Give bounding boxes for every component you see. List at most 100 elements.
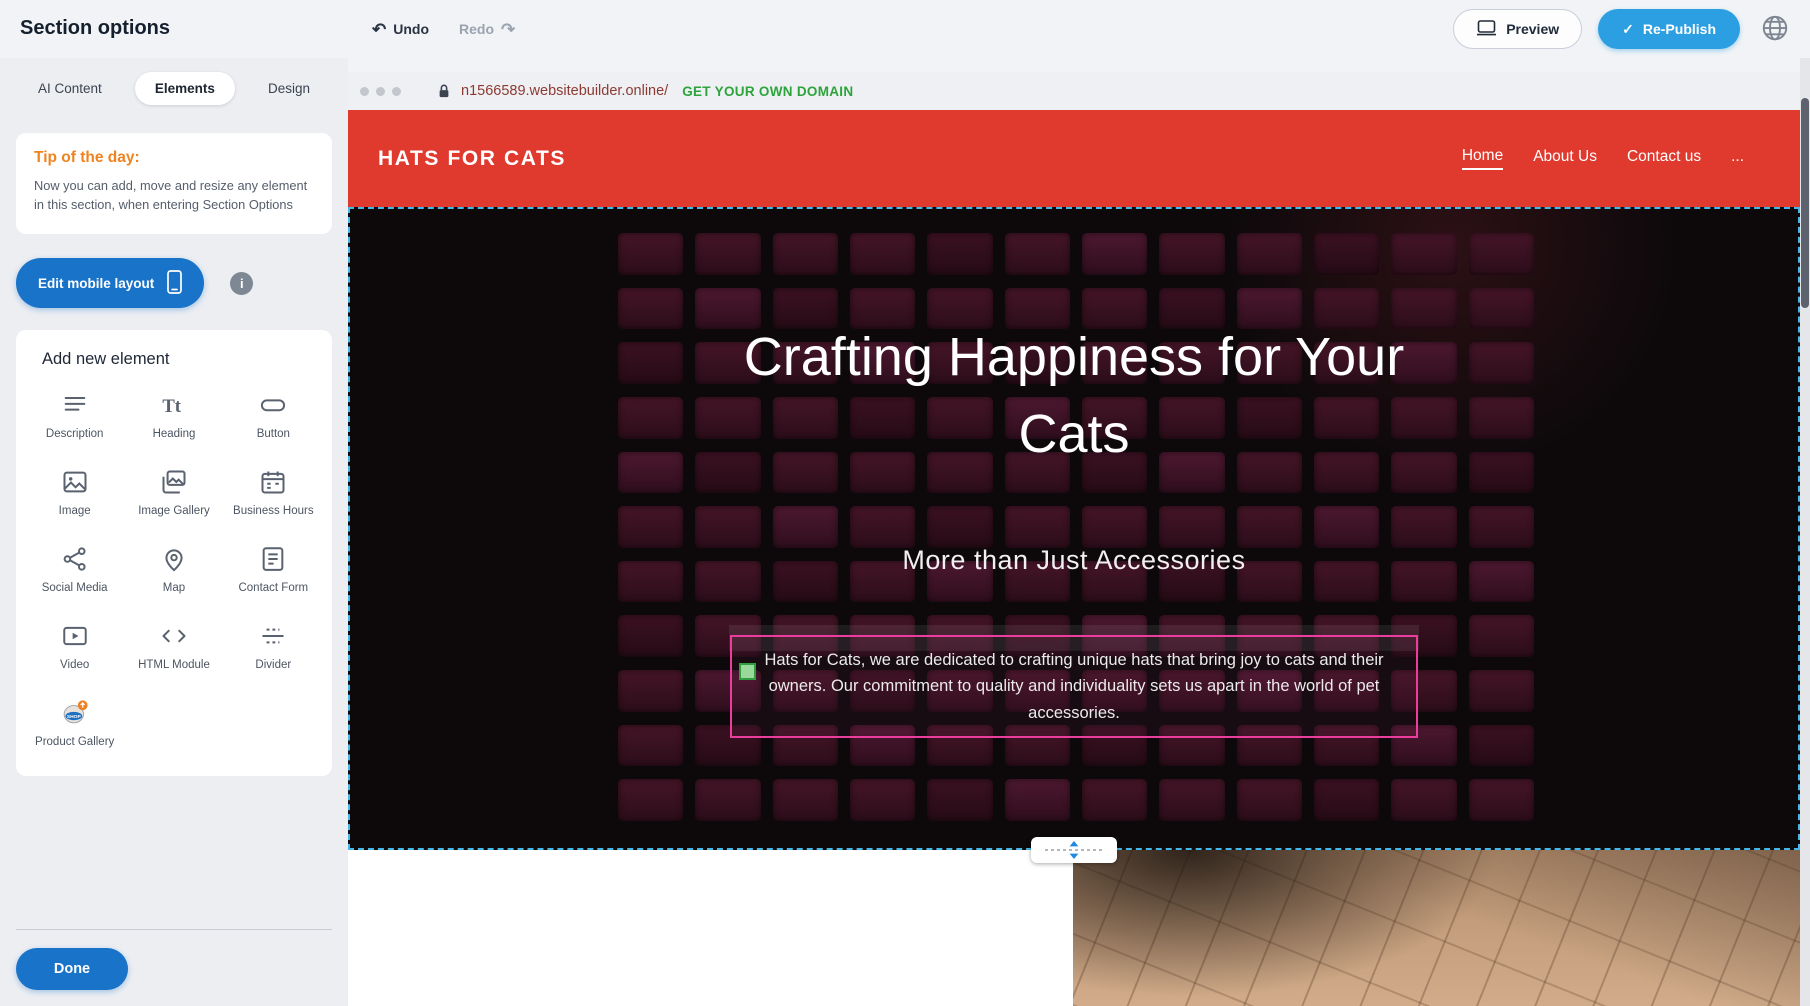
site-nav: Home About Us Contact us...	[1462, 147, 1770, 170]
window-dots	[360, 87, 401, 96]
info-icon[interactable]: i	[230, 272, 253, 295]
add-element-description[interactable]: Description	[28, 391, 121, 442]
add-element-video[interactable]: Video	[28, 622, 121, 673]
element-label: Button	[257, 427, 290, 442]
element-label: Product Gallery	[35, 735, 114, 750]
element-label: Description	[46, 427, 104, 442]
add-element-map[interactable]: Map	[127, 545, 220, 596]
element-label: Image	[59, 504, 91, 519]
hero-tile	[1469, 725, 1534, 767]
tip-body: Now you can add, move and resize any ele…	[34, 177, 314, 214]
hero-tile	[850, 233, 915, 275]
done-button[interactable]: Done	[16, 948, 128, 990]
site-url[interactable]: n1566589.websitebuilder.online/	[461, 83, 668, 99]
add-element-social-media[interactable]: Social Media	[28, 545, 121, 596]
nav-item-about-us[interactable]: About Us	[1533, 148, 1597, 169]
hero-tile	[1005, 233, 1070, 275]
redo-button[interactable]: Redo ↷	[459, 21, 515, 38]
hero-tile	[1469, 342, 1534, 384]
window-dot	[360, 87, 369, 96]
element-grid: Description Heading Button Image Image Galle…	[28, 391, 320, 750]
monitor-icon	[1476, 20, 1497, 39]
hero-tile	[1082, 779, 1147, 821]
element-label: Business Hours	[233, 504, 314, 519]
hero-tile	[1237, 233, 1302, 275]
hero-subheadline[interactable]: More than Just Accessories	[348, 545, 1800, 576]
window-dot	[376, 87, 385, 96]
hero-tile	[1469, 779, 1534, 821]
add-element-heading[interactable]: Heading	[127, 391, 220, 442]
hero-tile	[618, 506, 683, 548]
lock-icon	[437, 83, 451, 99]
element-label: HTML Module	[138, 658, 210, 673]
tab-ai-content[interactable]: AI Content	[18, 72, 122, 105]
section-resize-handle[interactable]	[1031, 837, 1117, 863]
hero-tile	[1005, 779, 1070, 821]
hero-tile	[773, 233, 838, 275]
hero-tile	[1469, 233, 1534, 275]
mobile-layout-row: Edit mobile layout i	[16, 258, 332, 308]
tab-design[interactable]: Design	[248, 72, 330, 105]
redo-icon: ↷	[501, 21, 515, 38]
hero-tile	[618, 233, 683, 275]
add-element-product-gallery[interactable]: Product Gallery	[28, 699, 121, 750]
republish-button[interactable]: ✓ Re-Publish	[1598, 9, 1740, 49]
contact-form-icon	[259, 545, 287, 573]
site-photo[interactable]	[1073, 850, 1800, 1006]
add-new-element-title: Add new element	[42, 350, 320, 369]
hero-tile	[1237, 779, 1302, 821]
hero-tile	[618, 288, 683, 330]
canvas-scrollbar	[1800, 58, 1810, 1006]
nav-item-contact-us[interactable]: Contact us	[1627, 148, 1701, 169]
add-element-business-hours[interactable]: Business Hours	[227, 468, 320, 519]
image-gallery-icon	[160, 468, 188, 496]
hero-tile	[1391, 233, 1456, 275]
topbar: Section options ↶ Undo Redo ↷ Preview ✓ …	[0, 0, 1810, 58]
undo-button[interactable]: ↶ Undo	[372, 21, 429, 38]
hero-tile	[1469, 615, 1534, 657]
hero-tile	[1314, 233, 1379, 275]
scrollbar-thumb[interactable]	[1801, 98, 1809, 308]
page-title: Section options	[20, 17, 170, 40]
nav-item-more[interactable]: ...	[1731, 148, 1744, 169]
hero-tile	[1469, 452, 1534, 494]
html-module-icon	[160, 622, 188, 650]
element-label: Heading	[153, 427, 196, 442]
window-dot	[392, 87, 401, 96]
hero-tile	[1159, 233, 1224, 275]
heading-icon	[160, 391, 188, 419]
add-element-html-module[interactable]: HTML Module	[127, 622, 220, 673]
preview-button[interactable]: Preview	[1453, 9, 1582, 49]
add-element-button[interactable]: Button	[227, 391, 320, 442]
site-logo[interactable]: HATS FOR CATS	[378, 147, 566, 171]
element-drag-handle[interactable]	[739, 663, 756, 680]
add-element-divider[interactable]: Divider	[227, 622, 320, 673]
tab-elements[interactable]: Elements	[135, 72, 235, 105]
edit-mobile-layout-button[interactable]: Edit mobile layout	[16, 258, 204, 308]
hero-tile	[1159, 506, 1224, 548]
map-icon	[160, 545, 188, 573]
add-element-image[interactable]: Image	[28, 468, 121, 519]
nav-item-home[interactable]: Home	[1462, 147, 1503, 170]
hero-tile	[773, 779, 838, 821]
element-label: Divider	[255, 658, 291, 673]
hero-headline[interactable]: Crafting Happiness for Your Cats	[734, 319, 1414, 472]
social-media-icon	[61, 545, 89, 573]
hero-section[interactable]: Crafting Happiness for Your Cats More th…	[348, 207, 1800, 850]
hero-tile	[618, 452, 683, 494]
hero-paragraph-block[interactable]: Hats for Cats, we are dedicated to craft…	[730, 635, 1418, 738]
get-your-own-domain-link[interactable]: GET YOUR OWN DOMAIN	[682, 84, 853, 99]
hero-tile	[618, 670, 683, 712]
add-element-image-gallery[interactable]: Image Gallery	[127, 468, 220, 519]
hero-tile	[618, 397, 683, 439]
site-preview: HATS FOR CATS HomeAbout UsContact us... …	[348, 110, 1800, 1006]
browser-bar: n1566589.websitebuilder.online/ GET YOUR…	[348, 72, 1800, 110]
button-icon	[259, 391, 287, 419]
add-element-contact-form[interactable]: Contact Form	[227, 545, 320, 596]
hero-tile	[927, 779, 992, 821]
hero-tile	[850, 506, 915, 548]
language-globe-button[interactable]	[1756, 10, 1794, 48]
hero-tile	[1314, 779, 1379, 821]
hero-tile	[773, 506, 838, 548]
sidebar-tabs: AI Content Elements Design	[18, 72, 330, 105]
